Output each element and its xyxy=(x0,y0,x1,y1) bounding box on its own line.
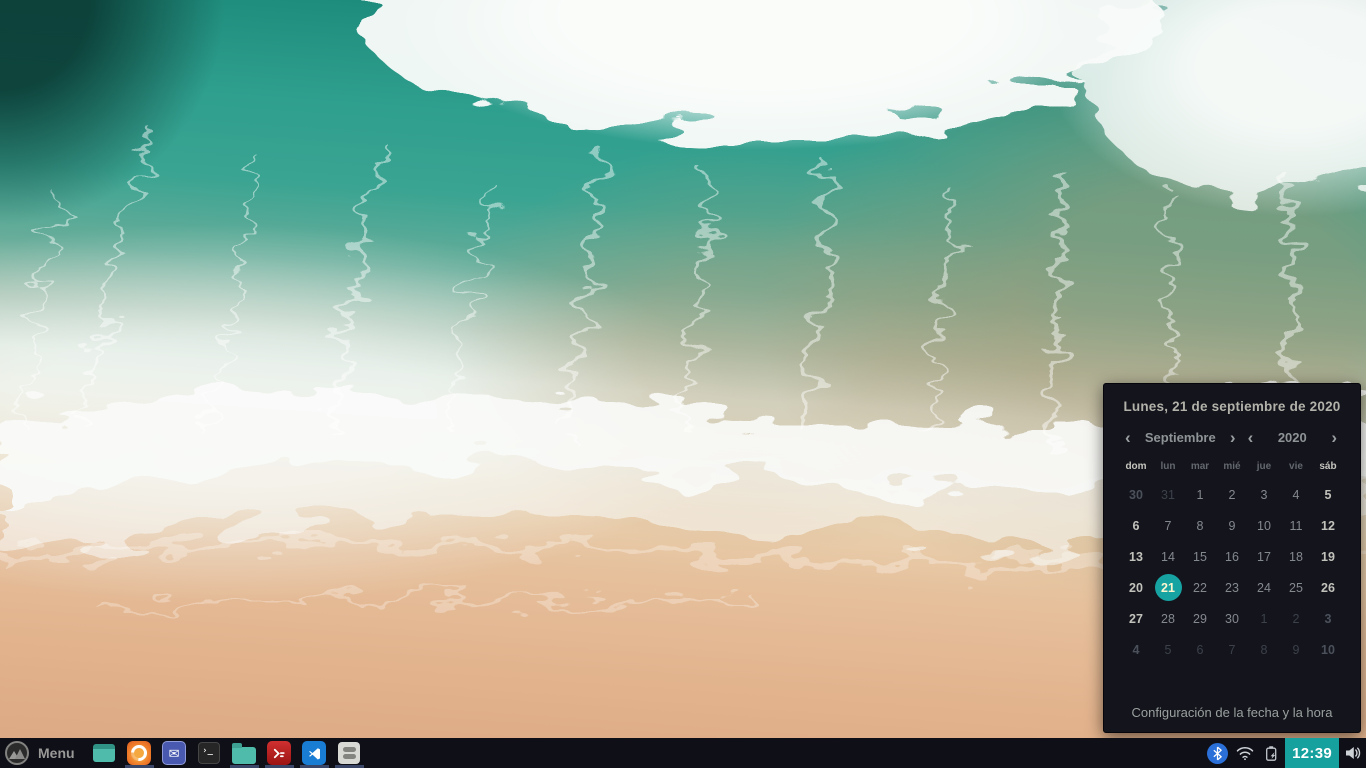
battery-button[interactable] xyxy=(1258,738,1285,768)
calendar-day[interactable]: 4 xyxy=(1120,634,1152,665)
volume-button[interactable] xyxy=(1339,738,1366,768)
calendar-day[interactable]: 27 xyxy=(1120,603,1152,634)
calendar-day[interactable]: 8 xyxy=(1248,634,1280,665)
calendar-day[interactable]: 11 xyxy=(1280,510,1312,541)
calendar-day[interactable]: 20 xyxy=(1120,572,1152,603)
calendar-day[interactable]: 15 xyxy=(1184,541,1216,572)
calendar-day[interactable]: 18 xyxy=(1280,541,1312,572)
menu-button[interactable]: Menu xyxy=(0,738,87,768)
previous-month-button[interactable]: ‹ xyxy=(1122,429,1134,446)
volume-icon xyxy=(1344,745,1362,761)
battery-charging-icon xyxy=(1264,745,1279,762)
calendar-day[interactable]: 25 xyxy=(1280,572,1312,603)
mail-button[interactable]: ✉ xyxy=(157,738,192,768)
calendar-popup: Lunes, 21 de septiembre de 2020 ‹ Septie… xyxy=(1103,383,1361,733)
terminal-icon: ›_ xyxy=(198,742,220,764)
calendar-full-date: Lunes, 21 de septiembre de 2020 xyxy=(1120,399,1344,414)
vscode-button[interactable] xyxy=(297,738,332,768)
calendar-day[interactable]: 30 xyxy=(1120,479,1152,510)
calendar-day[interactable]: 29 xyxy=(1184,603,1216,634)
day-of-week-label: dom xyxy=(1120,461,1152,472)
firefox-button[interactable] xyxy=(122,738,157,768)
wifi-button[interactable] xyxy=(1231,738,1258,768)
terminal-red-button[interactable] xyxy=(262,738,297,768)
mail-icon: ✉ xyxy=(162,741,186,765)
calendar-day[interactable]: 3 xyxy=(1312,603,1344,634)
calendar-day[interactable]: 9 xyxy=(1216,510,1248,541)
clock-applet[interactable]: 12:39 xyxy=(1285,738,1339,768)
year-label: 2020 xyxy=(1278,430,1307,445)
year-selector: ‹ 2020 › xyxy=(1241,429,1344,446)
previous-year-button[interactable]: ‹ xyxy=(1245,429,1257,446)
month-selector: ‹ Septiembre › xyxy=(1120,429,1241,446)
calendar-day[interactable]: 5 xyxy=(1312,479,1344,510)
calendar-day[interactable]: 22 xyxy=(1184,572,1216,603)
calendar-day[interactable]: 10 xyxy=(1248,510,1280,541)
show-desktop-icon xyxy=(93,744,115,762)
next-year-button[interactable]: › xyxy=(1328,429,1340,446)
files-button[interactable] xyxy=(227,738,262,768)
firefox-icon xyxy=(127,741,151,765)
calendar-day[interactable]: 14 xyxy=(1152,541,1184,572)
day-of-week-label: mié xyxy=(1216,461,1248,472)
calendar-day[interactable]: 7 xyxy=(1216,634,1248,665)
bluetooth-button[interactable] xyxy=(1204,738,1231,768)
calendar-day[interactable]: 24 xyxy=(1248,572,1280,603)
calendar-day[interactable]: 5 xyxy=(1152,634,1184,665)
system-monitor-button[interactable] xyxy=(332,738,367,768)
calendar-day[interactable]: 17 xyxy=(1248,541,1280,572)
calendar-day[interactable]: 13 xyxy=(1120,541,1152,572)
calendar-day[interactable]: 2 xyxy=(1216,479,1248,510)
calendar-day[interactable]: 6 xyxy=(1120,510,1152,541)
day-of-week-label: vie xyxy=(1280,461,1312,472)
system-tray: 12:39 xyxy=(1204,738,1366,768)
calendar-day[interactable]: 31 xyxy=(1152,479,1184,510)
calendar-day[interactable]: 3 xyxy=(1248,479,1280,510)
terminal-button[interactable]: ›_ xyxy=(192,738,227,768)
calendar-day[interactable]: 6 xyxy=(1184,634,1216,665)
menu-button-label: Menu xyxy=(38,745,75,761)
calendar-day[interactable]: 23 xyxy=(1216,572,1248,603)
calendar-day[interactable]: 2 xyxy=(1280,603,1312,634)
day-of-week-header-row: domlunmarmiéjueviesáb xyxy=(1120,461,1344,472)
calendar-day-selected[interactable]: 21 xyxy=(1152,572,1184,603)
calendar-day[interactable]: 9 xyxy=(1280,634,1312,665)
datetime-settings-link[interactable]: Configuración de la fecha y la hora xyxy=(1120,697,1344,720)
calendar-day[interactable]: 1 xyxy=(1248,603,1280,634)
system-monitor-icon xyxy=(338,742,360,764)
calendar-day[interactable]: 7 xyxy=(1152,510,1184,541)
calendar-navigation: ‹ Septiembre › ‹ 2020 › xyxy=(1120,429,1344,446)
calendar-day[interactable]: 10 xyxy=(1312,634,1344,665)
day-of-week-label: mar xyxy=(1184,461,1216,472)
bluetooth-icon xyxy=(1207,743,1228,764)
show-desktop-button[interactable] xyxy=(87,738,122,768)
calendar-day[interactable]: 12 xyxy=(1312,510,1344,541)
app-launcher-bar: ✉ ›_ xyxy=(87,738,367,768)
month-label: Septiembre xyxy=(1145,430,1216,445)
calendar-day[interactable]: 1 xyxy=(1184,479,1216,510)
calendar-day[interactable]: 26 xyxy=(1312,572,1344,603)
day-of-week-label: jue xyxy=(1248,461,1280,472)
calendar-day[interactable]: 28 xyxy=(1152,603,1184,634)
taskbar: Menu ✉ ›_ 12:39 xyxy=(0,738,1366,768)
wifi-icon xyxy=(1236,746,1254,761)
calendar-day[interactable]: 4 xyxy=(1280,479,1312,510)
distro-logo-icon xyxy=(5,741,29,765)
files-folder-icon xyxy=(232,747,256,764)
calendar-day[interactable]: 30 xyxy=(1216,603,1248,634)
calendar-day[interactable]: 19 xyxy=(1312,541,1344,572)
next-month-button[interactable]: › xyxy=(1227,429,1239,446)
calendar-day[interactable]: 16 xyxy=(1216,541,1248,572)
day-of-week-label: sáb xyxy=(1312,461,1344,472)
root-terminal-icon xyxy=(267,741,291,765)
day-of-week-label: lun xyxy=(1152,461,1184,472)
vscode-icon xyxy=(302,741,326,765)
calendar-day[interactable]: 8 xyxy=(1184,510,1216,541)
calendar-grid: 3031123456789101112131415161718192021222… xyxy=(1120,479,1344,665)
